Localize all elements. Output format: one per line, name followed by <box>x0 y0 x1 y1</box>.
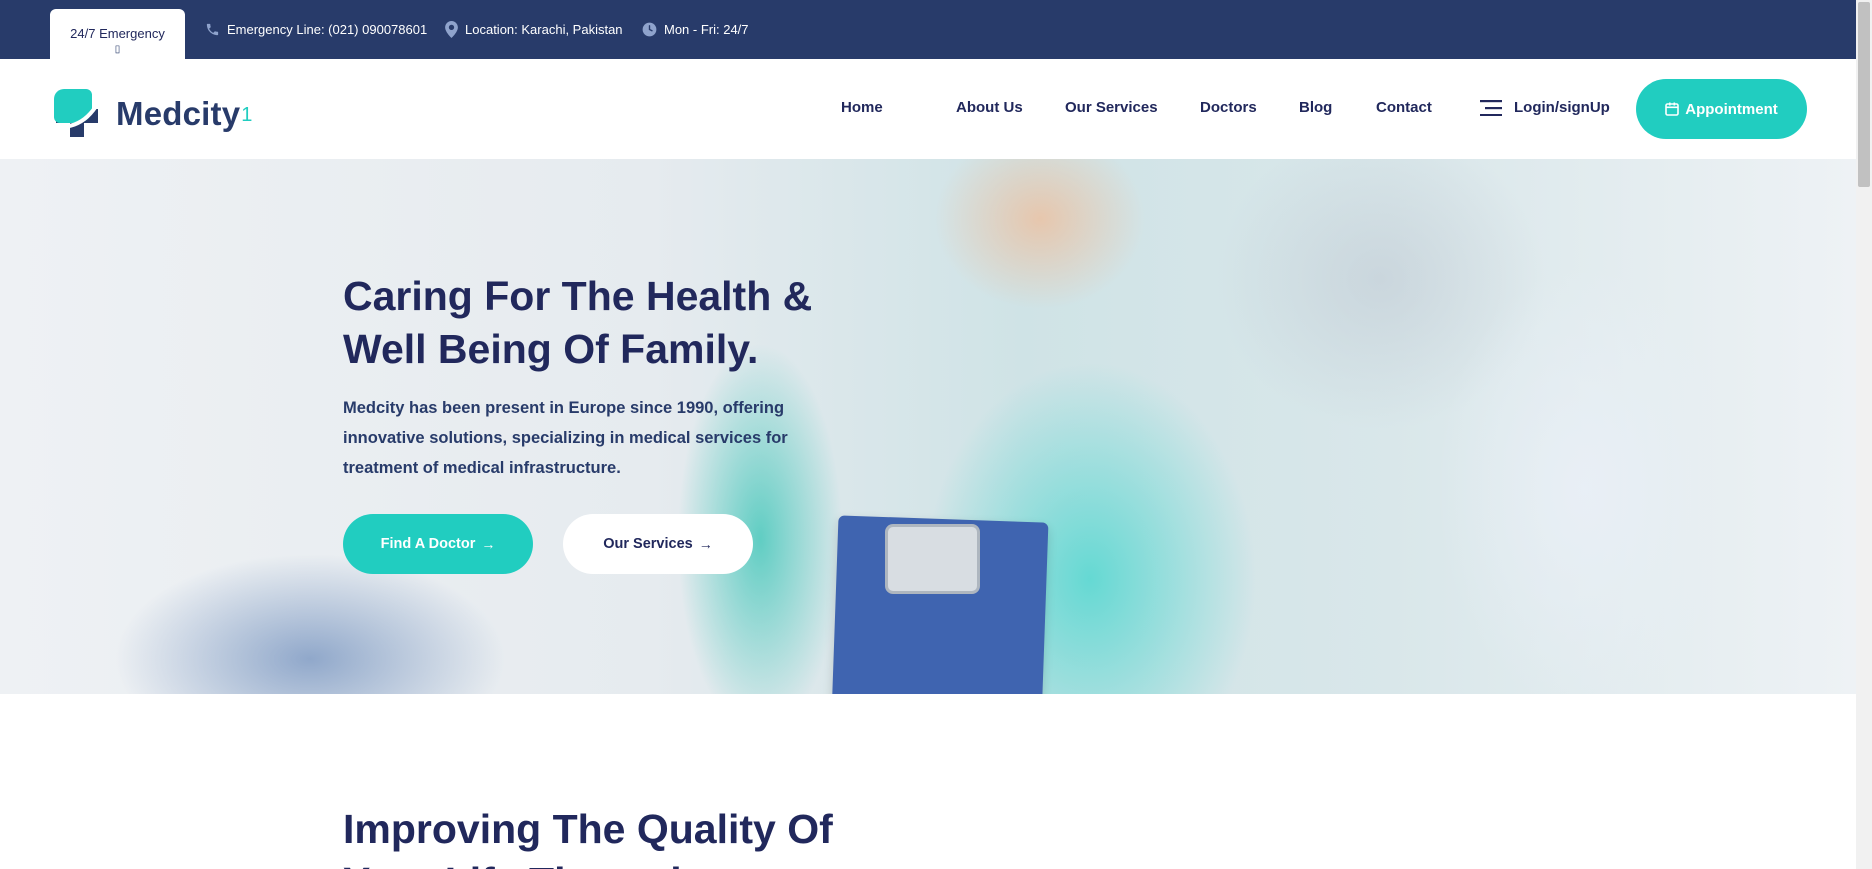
hero-desc-line: Medcity has been present in Europe since… <box>343 399 785 417</box>
top-bar: 24/7 Emergency ▯ Emergency Line: (021) 0… <box>0 0 1856 59</box>
logo-wordmark: Medcity <box>116 95 241 132</box>
calendar-icon <box>1665 102 1680 116</box>
page-scrollbar[interactable] <box>1856 0 1872 869</box>
nav-contact[interactable]: Contact <box>1376 99 1432 116</box>
hero-title-line: Well Being Of Family. <box>343 326 759 372</box>
appointment-button[interactable]: Appointment <box>1636 79 1807 139</box>
menu-lines-icon <box>1480 99 1502 116</box>
location-text: Location: Karachi, Pakistan <box>465 21 623 37</box>
phone-icon <box>206 23 219 35</box>
section-title-second-line: Your Life Through <box>343 856 695 869</box>
medcity-logo-icon <box>53 89 100 137</box>
emergency-tab[interactable]: 24/7 Emergency ▯ <box>50 9 185 59</box>
hours-text: Mon - Fri: 24/7 <box>664 21 749 37</box>
our-services-label: Our Services <box>603 536 693 552</box>
login-signup-label: Login/signUp <box>1514 99 1610 116</box>
hero-image-clip <box>885 524 980 594</box>
logo-superscript: 1 <box>241 104 253 126</box>
hero-banner: Caring For The Health & Well Being Of Fa… <box>0 159 1856 694</box>
appointment-label: Appointment <box>1685 100 1778 118</box>
main-header: Medcity1 Home About Us Our Services Doct… <box>0 59 1856 159</box>
arrow-right-icon: → <box>698 536 713 552</box>
emergency-glyph-icon: ▯ <box>114 44 121 55</box>
login-signup-link[interactable]: Login/signUp <box>1480 99 1610 116</box>
nav-doctors[interactable]: Doctors <box>1200 99 1257 116</box>
emergency-line[interactable]: Emergency Line: (021) 090078601 <box>205 20 427 38</box>
hero-description: Medcity has been present in Europe since… <box>343 393 823 483</box>
arrow-right-icon: → <box>481 536 496 552</box>
hero-desc-line: treatment of medical infrastructure. <box>343 459 621 477</box>
find-a-doctor-label: Find A Doctor <box>380 536 476 552</box>
location-info: Location: Karachi, Pakistan <box>445 20 623 38</box>
hero-title-line: Caring For The Health & <box>343 273 813 319</box>
hours-info: Mon - Fri: 24/7 <box>642 20 749 38</box>
nav-home[interactable]: Home <box>841 99 883 116</box>
logo-text: Medcity1 <box>116 95 253 133</box>
scrollbar-thumb[interactable] <box>1858 2 1870 187</box>
our-services-button[interactable]: Our Services → <box>563 514 753 574</box>
find-a-doctor-button[interactable]: Find A Doctor → <box>343 514 533 574</box>
logo[interactable]: Medcity1 <box>50 87 253 141</box>
nav-our-services[interactable]: Our Services <box>1065 99 1158 116</box>
section-title: Improving The Quality Of <box>343 806 833 852</box>
hero-desc-line: innovative solutions, specializing in me… <box>343 429 788 447</box>
emergency-tab-label: 24/7 Emergency <box>70 26 165 41</box>
location-pin-icon <box>445 20 458 38</box>
nav-about-us[interactable]: About Us <box>956 99 1023 116</box>
clock-icon <box>642 22 657 36</box>
emergency-line-text: Emergency Line: (021) 090078601 <box>227 21 428 37</box>
hero-title: Caring For The Health & Well Being Of Fa… <box>343 270 903 376</box>
nav-blog[interactable]: Blog <box>1299 99 1332 116</box>
